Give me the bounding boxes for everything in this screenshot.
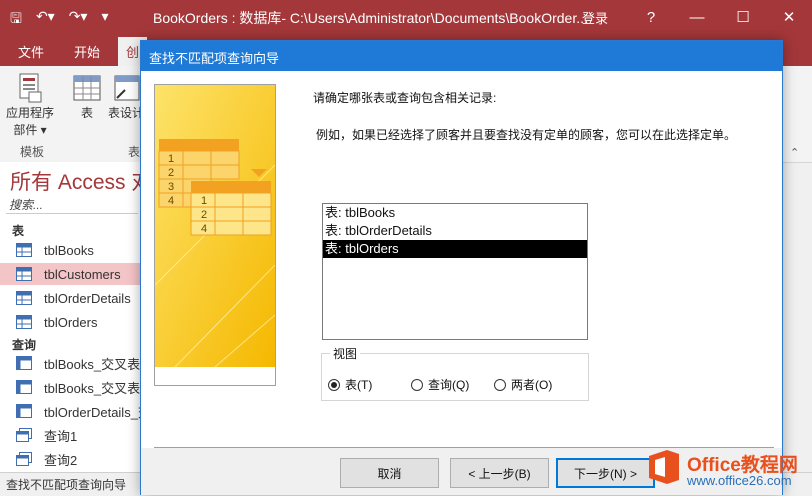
status-text: 查找不匹配项查询向导 (6, 478, 127, 492)
nav-item-table[interactable]: tblCustomers (0, 263, 140, 285)
dialog-titlebar[interactable]: 查找不匹配项查询向导 (141, 41, 782, 71)
app-parts-label-1: 应用程序 (6, 106, 55, 120)
cancel-button[interactable]: 取消 (340, 458, 439, 488)
nav-item-label: tblOrders (44, 314, 98, 330)
table-design-label: 表设计 (108, 106, 145, 120)
nav-item-label: tblOrderDetails_交 (44, 404, 140, 420)
unmatched-query-wizard-dialog: 查找不匹配项查询向导 1 2 3 4 1 2 4 请确定哪张表或查询包含相关记录… (140, 40, 783, 495)
tab-file[interactable]: 文件 (18, 42, 44, 61)
select-query-icon (16, 428, 32, 442)
crosstab-query-icon (16, 404, 32, 418)
group-label-tables: 表 (128, 145, 141, 159)
redo-icon[interactable]: ↷▾ (69, 8, 88, 32)
table-object-icon (16, 291, 32, 305)
app-titlebar: 🖫 ↶▾ ↷▾ ▾ BookOrders : 数据库- C:\Users\Adm… (0, 0, 812, 34)
radio-label: 两者(O) (511, 378, 553, 392)
table-design-button[interactable]: 表设计 (108, 72, 144, 121)
wizard-example-text: 例如，如果已经选择了顾客并且要查找没有定单的顾客，您可以在此选择定单。 (316, 128, 737, 142)
back-button[interactable]: < 上一步(B) (450, 458, 549, 488)
nav-item-label: tblBooks_交叉表 (44, 380, 140, 396)
tab-home[interactable]: 开始 (74, 42, 100, 61)
wizard-graphic: 1 2 3 4 1 2 4 (154, 85, 276, 385)
view-groupbox: 视图 表(T) 查询(Q) 两者(O) (321, 345, 589, 401)
nav-item-table[interactable]: tblBooks (0, 239, 140, 261)
login-link[interactable]: 登录 (582, 8, 608, 27)
table-query-listbox[interactable]: 表: tblBooks 表: tblOrderDetails 表: tblOrd… (322, 203, 588, 340)
nav-item-label: tblCustomers (44, 266, 121, 282)
group-label-templates: 模板 (20, 145, 45, 159)
radio-queries[interactable]: 查询(Q) (411, 376, 469, 393)
save-icon[interactable]: 🖫 (10, 8, 22, 32)
table-object-icon (16, 243, 32, 257)
nav-item-table[interactable]: tblOrders (0, 311, 140, 333)
wizard-illustration: 1 2 3 4 1 2 4 (154, 84, 276, 386)
nav-search-input[interactable]: 搜索... (6, 196, 138, 214)
wizard-prompt: 请确定哪张表或查询包含相关记录: (313, 91, 497, 105)
window-controls: ? — ☐ ✕ (628, 0, 812, 34)
window-title: BookOrders : 数据库- C:\Users\Administrator… (153, 10, 588, 26)
table-object-icon (16, 315, 32, 329)
dialog-title: 查找不匹配项查询向导 (149, 51, 280, 66)
dialog-body: 1 2 3 4 1 2 4 请确定哪张表或查询包含相关记录: 例如，如果已经选择了顾客并且… (141, 71, 782, 495)
customize-qat-icon[interactable]: ▾ (101, 8, 108, 32)
app-parts-button[interactable]: 应用程序 部件 ▾ (6, 72, 54, 138)
table-design-icon (114, 75, 140, 101)
radio-circle (494, 378, 506, 391)
nav-item-query[interactable]: tblOrderDetails_交 (0, 400, 140, 422)
svg-text:1: 1 (201, 195, 207, 207)
svg-text:1: 1 (168, 153, 174, 165)
nav-item-label: 查询2 (44, 452, 78, 468)
minimize-icon[interactable]: — (674, 0, 720, 34)
nav-item-table[interactable]: tblOrderDetails (0, 287, 140, 309)
nav-item-query[interactable]: tblBooks_交叉表 (0, 352, 140, 374)
radio-label: 表(T) (345, 378, 373, 392)
undo-icon[interactable]: ↶▾ (36, 8, 55, 32)
list-item-selected[interactable]: 表: tblOrders (323, 240, 587, 258)
nav-item-label: 查询1 (44, 428, 78, 444)
radio-circle-checked (328, 378, 340, 391)
radio-tables[interactable]: 表(T) (328, 376, 372, 393)
radio-circle (411, 378, 423, 391)
select-query-icon (16, 452, 32, 466)
svg-text:4: 4 (168, 195, 174, 207)
navigation-pane: 所有 Access 对 搜索... 表 tblBooks tblCustomer… (0, 162, 152, 472)
table-button[interactable]: 表 (72, 72, 102, 121)
nav-item-query[interactable]: 查询2 (0, 448, 140, 470)
svg-text:4: 4 (201, 223, 207, 235)
app-parts-icon (19, 73, 42, 103)
crosstab-query-icon (16, 380, 32, 394)
view-group-label: 视图 (330, 345, 361, 362)
svg-text:2: 2 (168, 167, 174, 179)
radio-label: 查询(Q) (428, 378, 470, 392)
watermark: Office教程网 www.office26.com (645, 446, 812, 495)
table-icon (73, 75, 101, 101)
nav-section-queries[interactable]: 查询 (12, 336, 36, 353)
list-item[interactable]: 表: tblOrderDetails (323, 222, 587, 240)
crosstab-query-icon (16, 356, 32, 370)
maximize-icon[interactable]: ☐ (720, 0, 766, 34)
close-icon[interactable]: ✕ (766, 0, 812, 34)
office-logo-icon (649, 450, 679, 484)
nav-item-query[interactable]: tblBooks_交叉表 (0, 376, 140, 398)
list-item[interactable]: 表: tblBooks (323, 204, 587, 222)
table-button-label: 表 (80, 106, 93, 120)
svg-text:3: 3 (168, 181, 174, 193)
nav-pane-title[interactable]: 所有 Access 对 (10, 166, 152, 196)
nav-item-label: tblBooks (44, 242, 94, 258)
help-icon[interactable]: ? (628, 0, 674, 34)
app-parts-label-2: 部件 ▾ (13, 123, 47, 137)
nav-item-label: tblOrderDetails (44, 290, 131, 306)
table-object-icon (16, 267, 32, 281)
watermark-url: www.office26.com (687, 473, 792, 488)
radio-both[interactable]: 两者(O) (494, 376, 552, 393)
nav-item-label: tblBooks_交叉表 (44, 356, 140, 372)
collapse-ribbon-icon[interactable]: ⌃ (790, 146, 799, 159)
nav-item-query[interactable]: 查询1 (0, 424, 140, 446)
svg-text:2: 2 (201, 209, 207, 221)
nav-section-tables[interactable]: 表 (12, 222, 24, 239)
next-button[interactable]: 下一步(N) > (556, 458, 655, 488)
quick-access-toolbar: 🖫 ↶▾ ↷▾ ▾ (10, 8, 109, 32)
